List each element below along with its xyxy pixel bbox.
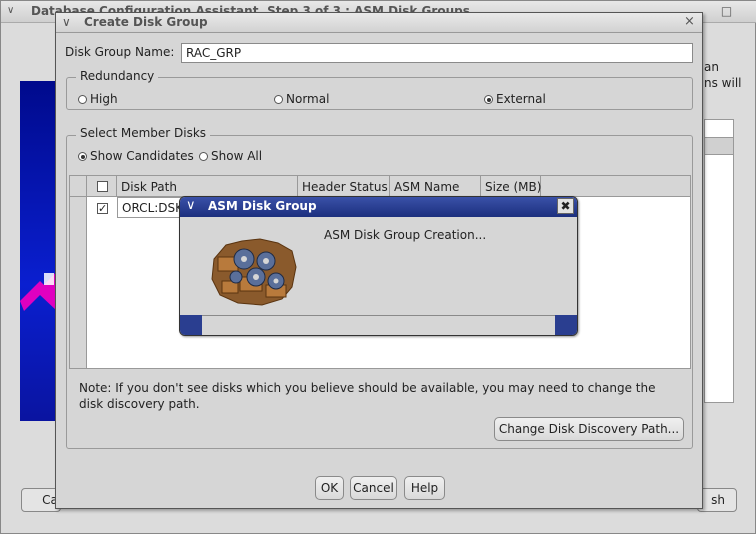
- redundancy-high-radio[interactable]: High: [78, 92, 118, 106]
- redundancy-normal-radio[interactable]: Normal: [274, 92, 329, 106]
- radio-label: External: [496, 92, 546, 106]
- progress-message: ASM Disk Group Creation...: [324, 228, 487, 242]
- select-all-checkbox[interactable]: [97, 181, 108, 192]
- dialog-menu-icon[interactable]: ∨: [186, 198, 196, 213]
- disk-group-name-label: Disk Group Name:: [65, 45, 175, 59]
- radio-selected-icon: [484, 95, 493, 104]
- gears-icon: [211, 238, 297, 306]
- radio-icon: [199, 152, 208, 161]
- asm-name-column-header[interactable]: ASM Name: [390, 176, 481, 197]
- radio-label: Show Candidates: [90, 149, 194, 163]
- disk-path-column-header[interactable]: Disk Path: [117, 176, 298, 197]
- redundancy-group: [66, 77, 693, 110]
- radio-label: Normal: [286, 92, 330, 106]
- close-icon[interactable]: ✖: [557, 198, 574, 214]
- background-description-text: an ns will: [704, 60, 742, 90]
- row-header-corner: [70, 176, 87, 197]
- disk-group-name-input[interactable]: RAC_GRP: [181, 43, 693, 63]
- change-discovery-path-button[interactable]: Change Disk Discovery Path...: [494, 417, 684, 441]
- member-disks-legend: Select Member Disks: [76, 126, 211, 140]
- size-column-header[interactable]: Size (MB): [481, 176, 541, 197]
- cancel-button[interactable]: Cancel: [350, 476, 397, 500]
- row-select-checkbox[interactable]: ✓: [97, 203, 108, 214]
- dialog-titlebar[interactable]: ∨ Create Disk Group ×: [56, 13, 702, 33]
- background-table: [704, 119, 734, 403]
- radio-selected-icon: [78, 152, 87, 161]
- radio-icon: [274, 95, 283, 104]
- radio-label: High: [90, 92, 118, 106]
- table-header: Disk Path Header Status ASM Name Size (M…: [70, 176, 690, 197]
- dialog-frame-corner: [555, 315, 577, 335]
- redundancy-legend: Redundancy: [76, 69, 159, 83]
- progress-dialog-title: ASM Disk Group: [208, 199, 317, 213]
- header-status-column-header[interactable]: Header Status: [298, 176, 390, 197]
- show-candidates-radio[interactable]: Show Candidates: [78, 149, 194, 163]
- close-icon[interactable]: ×: [684, 14, 695, 29]
- row-header-column: [70, 197, 87, 368]
- progress-bar-track: [202, 315, 555, 335]
- progress-titlebar[interactable]: ∨ ASM Disk Group ✖: [180, 197, 577, 217]
- redundancy-external-radio[interactable]: External: [484, 92, 546, 106]
- background-table-header: [704, 137, 734, 155]
- radio-icon: [78, 95, 87, 104]
- background-finish-button[interactable]: sh: [697, 488, 737, 512]
- wizard-side-image: [20, 81, 57, 421]
- radio-label: Show All: [211, 149, 263, 163]
- dialog-menu-icon[interactable]: ∨: [62, 15, 71, 29]
- dialog-frame-corner: [180, 315, 202, 335]
- arrow-graphic-icon: [20, 271, 57, 311]
- discovery-note: Note: If you don't see disks which you b…: [79, 381, 656, 411]
- ok-button[interactable]: OK: [315, 476, 344, 500]
- window-menu-icon[interactable]: ∨: [7, 5, 19, 17]
- help-button[interactable]: Help: [404, 476, 445, 500]
- asm-progress-dialog: ∨ ASM Disk Group ✖ ASM Disk Group Creati…: [179, 196, 578, 336]
- show-all-radio[interactable]: Show All: [199, 149, 262, 163]
- dialog-title: Create Disk Group: [84, 15, 208, 29]
